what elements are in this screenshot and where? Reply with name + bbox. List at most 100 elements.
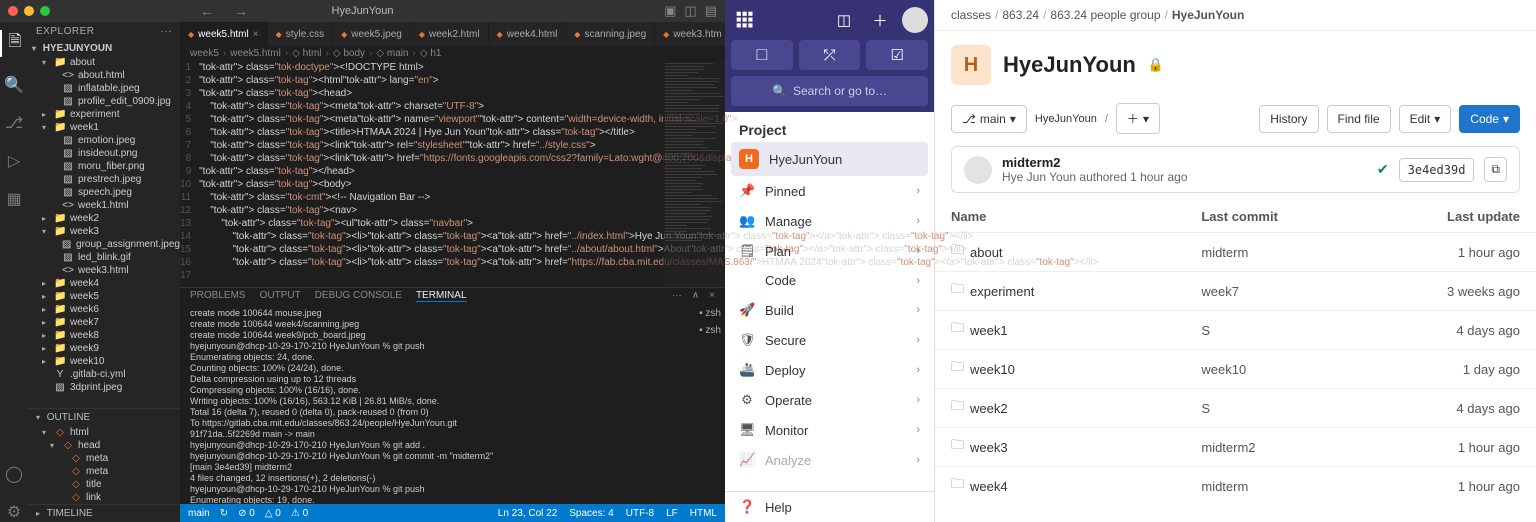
outline-item[interactable]: ◇meta: [28, 452, 180, 465]
tree-item[interactable]: ▸📁week10: [28, 355, 180, 368]
terminal-close-icon[interactable]: ×: [709, 290, 715, 302]
tree-item[interactable]: ▸📁experiment: [28, 108, 180, 121]
explorer-more-icon[interactable]: ···: [161, 26, 173, 37]
status-item[interactable]: LF: [666, 508, 678, 519]
traffic-close[interactable]: [8, 6, 18, 16]
account-icon[interactable]: ◯: [5, 464, 23, 484]
tree-item[interactable]: ▨insideout.png: [28, 147, 180, 160]
table-row[interactable]: 🗀week1 S 4 days ago: [935, 310, 1536, 349]
table-row[interactable]: 🗀week10 week10 1 day ago: [935, 349, 1536, 388]
search-icon[interactable]: 🔍: [4, 75, 24, 95]
traffic-zoom[interactable]: [40, 6, 50, 16]
gear-icon[interactable]: ⚙: [7, 502, 21, 522]
tree-item[interactable]: ▾📁week3: [28, 225, 180, 238]
sidebar-item-operate[interactable]: ⚙ Operate›: [725, 385, 934, 415]
editor-tab[interactable]: ◆week5.jpeg: [333, 22, 411, 46]
tree-item[interactable]: ▸📁week9: [28, 342, 180, 355]
traffic-minimize[interactable]: [24, 6, 34, 16]
history-button[interactable]: History: [1259, 105, 1318, 133]
code-dropdown[interactable]: Code ▾: [1459, 105, 1520, 133]
new-icon[interactable]: ＋: [866, 6, 894, 34]
tree-item[interactable]: ▾📁about: [28, 56, 180, 69]
commit-sha[interactable]: 3e4ed39d: [1399, 158, 1475, 182]
status-item[interactable]: Ln 23, Col 22: [498, 508, 558, 519]
status-item[interactable]: main: [188, 508, 210, 519]
tree-item[interactable]: ▨emotion.jpeg: [28, 134, 180, 147]
explorer-icon[interactable]: 🗎: [0, 30, 28, 57]
apps-grid-icon[interactable]: [731, 6, 759, 34]
copy-sha-icon[interactable]: ⧉: [1484, 157, 1507, 182]
status-item[interactable]: UTF-8: [626, 508, 654, 519]
tree-item[interactable]: ▨3dprint.jpeg: [28, 381, 180, 394]
tree-item[interactable]: ▸📁week2: [28, 212, 180, 225]
minimap[interactable]: [663, 61, 725, 287]
editor-tab[interactable]: ◆scanning.jpeg: [566, 22, 655, 46]
code-editor[interactable]: "tok-attr"> class="tok-doctype"><!DOCTYP…: [199, 61, 1098, 287]
find-file-button[interactable]: Find file: [1327, 105, 1391, 133]
sidebar-collapse-icon[interactable]: ◫: [830, 6, 858, 34]
tree-item[interactable]: ▸📁week6: [28, 303, 180, 316]
help-link[interactable]: ❓ Help: [725, 491, 934, 522]
panel-layout3-icon[interactable]: ▤: [705, 3, 717, 19]
breadcrumb[interactable]: week5›week5.html›◇ html›◇ body›◇ main›◇ …: [180, 46, 725, 61]
editor-tab[interactable]: ◆week3.htm: [655, 22, 725, 46]
table-row[interactable]: 🗀week4 midterm 1 hour ago: [935, 466, 1536, 505]
tree-item[interactable]: ▾📁week1: [28, 121, 180, 134]
project-row[interactable]: H HyeJunYoun: [731, 142, 928, 176]
table-row[interactable]: 🗀week3 midterm2 1 hour ago: [935, 427, 1536, 466]
tree-item[interactable]: ▨profile_edit_0909.jpg: [28, 95, 180, 108]
tree-item[interactable]: <>about.html: [28, 69, 180, 82]
outline-item[interactable]: ◇title: [28, 478, 180, 491]
status-item[interactable]: Spaces: 4: [569, 508, 613, 519]
sidebar-item-plan[interactable]: 🗒 Plan›: [725, 236, 934, 266]
sidebar-item-manage[interactable]: 👥 Manage›: [725, 206, 934, 236]
tree-item[interactable]: ▸📁week5: [28, 290, 180, 303]
terminal-instance[interactable]: ▪ zsh: [699, 325, 721, 336]
nav-fwd-icon[interactable]: →: [234, 3, 248, 19]
tree-item[interactable]: ▨led_blink.gif: [28, 251, 180, 264]
sidebar-item-secure[interactable]: 🛡 Secure›: [725, 325, 934, 355]
tree-item[interactable]: Y.gitlab-ci.yml: [28, 368, 180, 381]
status-item[interactable]: ⚠ 0: [291, 508, 308, 519]
outline-item[interactable]: ▾◇head: [28, 439, 180, 452]
panel-tab[interactable]: PROBLEMS: [190, 290, 246, 302]
editor-tab[interactable]: ◆style.css: [268, 22, 334, 46]
edit-dropdown[interactable]: Edit ▾: [1399, 105, 1452, 133]
panel-tab[interactable]: TERMINAL: [416, 290, 467, 302]
scm-icon[interactable]: ⎇: [5, 113, 23, 133]
extensions-icon[interactable]: ▦: [6, 189, 21, 209]
tree-item[interactable]: ▨speech.jpeg: [28, 186, 180, 199]
tree-item[interactable]: ▸📁week7: [28, 316, 180, 329]
root-folder[interactable]: HYEJUNYOUN: [43, 43, 112, 54]
tree-item[interactable]: <>week1.html: [28, 199, 180, 212]
gitlab-breadcrumb[interactable]: classes/863.24/863.24 people group/HyeJu…: [935, 0, 1536, 31]
editor-tab[interactable]: ◆week4.html: [489, 22, 567, 46]
status-item[interactable]: △ 0: [265, 508, 281, 519]
sidebar-item-deploy[interactable]: 🚢 Deploy›: [725, 355, 934, 385]
sidebar-item-monitor[interactable]: 🖥 Monitor›: [725, 415, 934, 445]
sidebar-item-analyze[interactable]: 📈 Analyze›: [725, 445, 934, 475]
tree-item[interactable]: ▸📁week4: [28, 277, 180, 290]
outline-item[interactable]: ◇meta: [28, 465, 180, 478]
status-item[interactable]: ↻: [220, 508, 228, 519]
outline-item[interactable]: ◇link: [28, 491, 180, 504]
nav-back-icon[interactable]: ←: [200, 3, 214, 19]
terminal-more-icon[interactable]: ···: [672, 290, 682, 302]
sidebar-item-pinned[interactable]: 📌 Pinned›: [725, 176, 934, 206]
sidebar-item-code[interactable]: Code›: [725, 266, 934, 295]
tree-item[interactable]: ▨inflatable.jpeg: [28, 82, 180, 95]
table-row[interactable]: 🗀week2 S 4 days ago: [935, 388, 1536, 427]
outline-item[interactable]: ▾◇html: [28, 426, 180, 439]
terminal[interactable]: create mode 100644 mouse.jpeg create mod…: [190, 308, 715, 504]
panel-layout-icon[interactable]: ▣: [664, 3, 676, 19]
terminal-max-icon[interactable]: ∧: [692, 290, 699, 302]
tree-item[interactable]: <>week3.html: [28, 264, 180, 277]
user-avatar[interactable]: [902, 7, 928, 33]
panel-tab[interactable]: OUTPUT: [260, 290, 301, 302]
panel-tab[interactable]: DEBUG CONSOLE: [315, 290, 402, 302]
editor-tab[interactable]: ◆week5.html×: [180, 22, 268, 46]
pipeline-success-icon[interactable]: ✔: [1377, 161, 1389, 178]
tree-item[interactable]: ▸📁week8: [28, 329, 180, 342]
debug-icon[interactable]: ▷: [8, 151, 20, 171]
status-item[interactable]: ⊘ 0: [238, 508, 255, 519]
